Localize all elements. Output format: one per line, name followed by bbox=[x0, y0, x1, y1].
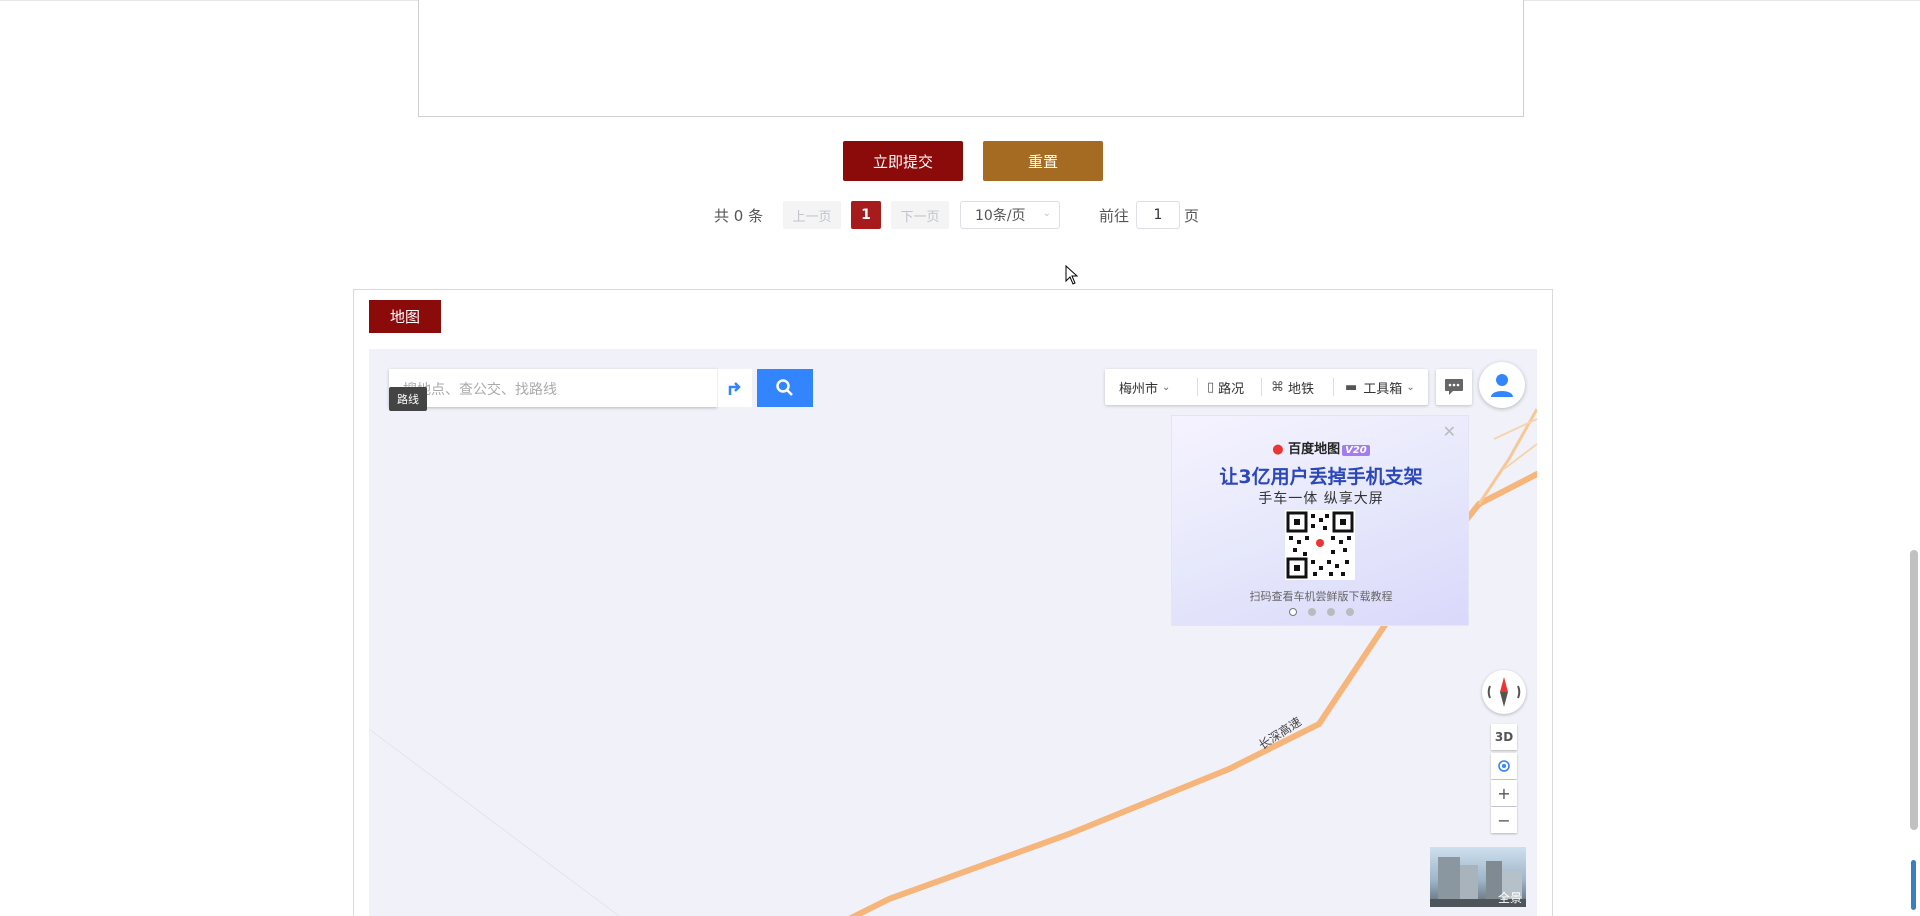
promo-version: V20 bbox=[1342, 445, 1370, 456]
baidu-map[interactable]: 长深高速 搜地点、查公交、找路线 路线 梅州市 ⌄ ▯ 路况 ⌘ 地铁 ▬ 工具箱 ⌄ bbox=[369, 349, 1537, 916]
toolbar-divider bbox=[1261, 378, 1262, 396]
scroll-indicator bbox=[1911, 860, 1916, 910]
city-label: 梅州市 bbox=[1119, 381, 1159, 397]
zoom-out-button[interactable]: − bbox=[1491, 807, 1517, 833]
promo-banner[interactable]: ✕ ● 百度地图 V20 让3亿用户丢掉手机支架 手车一体 纵享大屏 扫码查看车… bbox=[1171, 415, 1469, 626]
promo-brand: ● 百度地图 V20 bbox=[1172, 438, 1470, 457]
message-button[interactable] bbox=[1436, 369, 1472, 405]
carousel-dot[interactable] bbox=[1326, 608, 1335, 616]
pagination: 共 0 条 上一页 1 下一页 10条/页 ⌄ 前往 1 页 bbox=[0, 198, 1920, 232]
user-avatar-button[interactable] bbox=[1479, 362, 1525, 408]
page-unit-label: 页 bbox=[1184, 206, 1200, 225]
qr-code bbox=[1285, 510, 1355, 580]
promo-brand-name: 百度地图 bbox=[1288, 442, 1341, 457]
compass-icon[interactable] bbox=[1482, 670, 1526, 714]
toolbox-label: 工具箱 bbox=[1363, 381, 1403, 397]
page: 立即提交 重置 共 0 条 上一页 1 下一页 10条/页 ⌄ 前往 1 页 地… bbox=[0, 0, 1920, 916]
toolbox-icon: ▬ bbox=[1345, 379, 1358, 395]
traffic-icon: ▯ bbox=[1207, 379, 1215, 395]
chevron-down-icon: ⌄ bbox=[1406, 381, 1415, 393]
carousel-dot[interactable] bbox=[1307, 608, 1316, 616]
page-size-value: 10条/页 bbox=[975, 208, 1026, 224]
chevron-down-icon: ⌄ bbox=[1162, 381, 1171, 393]
toolbar-divider bbox=[1333, 378, 1334, 396]
subway-button[interactable]: ⌘ 地铁 bbox=[1271, 369, 1314, 405]
panorama-thumbnail[interactable]: 全景 bbox=[1430, 847, 1526, 907]
traffic-label: 路况 bbox=[1218, 381, 1245, 397]
route-button[interactable] bbox=[717, 369, 752, 407]
prev-page-button[interactable]: 上一页 bbox=[783, 201, 841, 229]
tab-map[interactable]: 地图 bbox=[369, 300, 441, 333]
carousel-dot[interactable] bbox=[1288, 608, 1297, 616]
search-icon bbox=[776, 379, 793, 396]
toolbar-divider bbox=[1197, 378, 1198, 396]
goto-page-input[interactable]: 1 bbox=[1136, 201, 1180, 229]
toolbox-button[interactable]: ▬ 工具箱 ⌄ bbox=[1345, 369, 1415, 405]
subway-icon: ⌘ bbox=[1271, 379, 1284, 395]
next-page-button[interactable]: 下一页 bbox=[891, 201, 949, 229]
map-search-button[interactable] bbox=[757, 369, 813, 407]
map-search-box[interactable]: 搜地点、查公交、找路线 bbox=[389, 369, 752, 407]
3d-button[interactable]: 3D bbox=[1491, 724, 1517, 750]
locate-icon bbox=[1498, 760, 1510, 772]
pagination-total: 共 0 条 bbox=[714, 206, 764, 225]
city-select[interactable]: 梅州市 ⌄ bbox=[1119, 369, 1170, 405]
user-icon bbox=[1491, 374, 1513, 397]
goto-label: 前往 bbox=[1099, 206, 1130, 225]
page-number-current[interactable]: 1 bbox=[851, 201, 881, 229]
map-toolbar: 梅州市 ⌄ ▯ 路况 ⌘ 地铁 ▬ 工具箱 ⌄ bbox=[1105, 369, 1428, 405]
subway-label: 地铁 bbox=[1288, 381, 1315, 397]
page-size-select[interactable]: 10条/页 ⌄ bbox=[960, 201, 1060, 229]
submit-button[interactable]: 立即提交 bbox=[843, 141, 963, 181]
traffic-button[interactable]: ▯ 路况 bbox=[1207, 369, 1244, 405]
promo-caption: 扫码查看车机尝鲜版下载教程 bbox=[1249, 590, 1393, 603]
promo-subline: 手车一体 纵享大屏 bbox=[1258, 491, 1384, 507]
promo-headline: 让3亿用户丢掉手机支架 bbox=[1219, 466, 1423, 488]
carousel-dots bbox=[1172, 608, 1470, 616]
message-textarea[interactable] bbox=[418, 0, 1524, 117]
panorama-label: 全景 bbox=[1497, 891, 1522, 905]
route-icon bbox=[728, 382, 741, 395]
zoom-in-button[interactable]: + bbox=[1491, 780, 1517, 806]
carousel-dot[interactable] bbox=[1345, 608, 1354, 616]
chevron-down-icon: ⌄ bbox=[1042, 208, 1051, 219]
locate-button[interactable] bbox=[1491, 753, 1517, 779]
message-icon bbox=[1445, 379, 1463, 395]
page-scrollbar[interactable] bbox=[1910, 550, 1918, 830]
route-tooltip: 路线 bbox=[389, 387, 427, 411]
reset-button[interactable]: 重置 bbox=[983, 141, 1103, 181]
